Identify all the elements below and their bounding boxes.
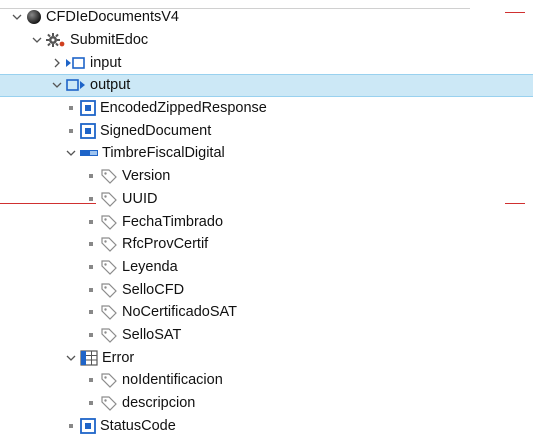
tree-node-label: TimbreFiscalDigital (102, 145, 225, 162)
guide-line-right (505, 203, 525, 204)
tag-icon (100, 213, 118, 231)
input-message-icon (66, 54, 86, 72)
table-grid-icon (80, 349, 98, 367)
leaf-bullet (84, 215, 98, 229)
leaf-bullet (64, 419, 78, 433)
service-sphere-icon (26, 8, 42, 26)
tree-node-attribute[interactable]: SelloSAT (0, 324, 533, 347)
tree-node-label: RfcProvCertif (122, 236, 209, 253)
tree-node-attribute[interactable]: Version (0, 165, 533, 188)
tree-node-label: FechaTimbrado (122, 213, 224, 230)
tree-node-timbre-fiscal-digital[interactable]: TimbreFiscalDigital (0, 142, 533, 165)
chevron-right-icon[interactable] (50, 56, 64, 70)
leaf-bullet (84, 396, 98, 410)
tree-node-encoded-zipped-response[interactable]: EncodedZippedResponse (0, 97, 533, 120)
tag-icon (100, 371, 118, 389)
element-icon (80, 99, 96, 117)
tree-node-signed-document[interactable]: SignedDocument (0, 119, 533, 142)
tree-node-output[interactable]: output (0, 74, 533, 97)
tree-node-attribute[interactable]: RfcProvCertif (0, 233, 533, 256)
tree-node-label: Error (102, 349, 135, 366)
tree-node-label: NoCertificadoSAT (122, 304, 237, 321)
tag-icon (100, 394, 118, 412)
tree-node-label: CFDIeDocumentsV4 (46, 9, 179, 26)
complex-type-icon (80, 144, 98, 162)
guide-line-left (0, 203, 96, 204)
tag-icon (100, 326, 118, 344)
output-message-icon (66, 76, 86, 94)
tree-node-label: StatusCode (100, 417, 176, 434)
element-icon (80, 417, 96, 435)
chevron-down-icon[interactable] (50, 78, 64, 92)
leaf-bullet (84, 237, 98, 251)
tree-node-label: SignedDocument (100, 122, 212, 139)
leaf-bullet (84, 260, 98, 274)
tree-node-attribute[interactable]: Leyenda (0, 256, 533, 279)
tree-node-operation[interactable]: SubmitEdoc (0, 29, 533, 52)
leaf-bullet (84, 283, 98, 297)
tree-node-label: Leyenda (122, 258, 178, 275)
tree-node-status-code[interactable]: StatusCode (0, 414, 533, 437)
schema-tree: CFDIeDocumentsV4 SubmitEdoc input output… (0, 6, 533, 437)
tree-node-label: SelloSAT (122, 326, 182, 343)
tree-node-label: SelloCFD (122, 281, 185, 298)
tree-node-attribute[interactable]: noIdentificacion (0, 369, 533, 392)
tree-node-attribute[interactable]: FechaTimbrado (0, 210, 533, 233)
tree-node-attribute[interactable]: UUID (0, 188, 533, 211)
chevron-down-icon[interactable] (30, 33, 44, 47)
tag-icon (100, 235, 118, 253)
tree-node-label: descripcion (122, 395, 196, 412)
tree-node-attribute[interactable]: NoCertificadoSAT (0, 301, 533, 324)
leaf-bullet (84, 169, 98, 183)
chevron-down-icon[interactable] (64, 146, 78, 160)
leaf-bullet (64, 101, 78, 115)
tree-node-input[interactable]: input (0, 51, 533, 74)
leaf-bullet (84, 373, 98, 387)
element-icon (80, 122, 96, 140)
tree-node-label: noIdentificacion (122, 372, 223, 389)
leaf-bullet (84, 305, 98, 319)
chevron-down-icon[interactable] (64, 351, 78, 365)
tree-node-attribute[interactable]: descripcion (0, 392, 533, 415)
tree-node-root[interactable]: CFDIeDocumentsV4 (0, 6, 533, 29)
tree-node-label: SubmitEdoc (70, 32, 149, 49)
chevron-down-icon[interactable] (10, 10, 24, 24)
tag-icon (100, 167, 118, 185)
tree-node-label: output (90, 77, 131, 94)
leaf-bullet (64, 124, 78, 138)
tree-node-label: Version (122, 168, 171, 185)
tag-icon (100, 258, 118, 276)
leaf-bullet (84, 328, 98, 342)
tree-node-error[interactable]: Error (0, 346, 533, 369)
operation-gear-icon (46, 31, 66, 49)
tree-node-label: UUID (122, 190, 158, 207)
tree-node-label: input (90, 54, 122, 71)
tag-icon (100, 303, 118, 321)
tree-node-label: EncodedZippedResponse (100, 100, 267, 117)
tag-icon (100, 281, 118, 299)
tree-node-attribute[interactable]: SelloCFD (0, 278, 533, 301)
tag-icon (100, 190, 118, 208)
